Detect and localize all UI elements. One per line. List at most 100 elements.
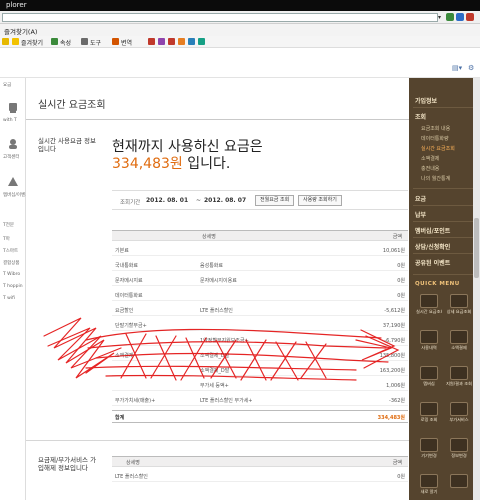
- quick-tile[interactable]: 기기변경: [416, 438, 442, 464]
- right-nav-sub[interactable]: 요금조회 내용: [421, 125, 450, 132]
- total-label: 합계: [115, 415, 125, 421]
- left-nav-item[interactable]: with T: [3, 118, 17, 123]
- row-category: LTE 플러스할인: [115, 474, 148, 480]
- right-nav-sub[interactable]: 충전내용: [421, 165, 439, 172]
- row-detail[interactable]: 소액결제_D발: [200, 352, 229, 359]
- scrollbar-thumb[interactable]: [474, 218, 479, 278]
- toolbar-favorites[interactable]: 즐겨찾기: [21, 38, 43, 47]
- headline-suffix: 입니다.: [187, 156, 231, 172]
- table-row: 국내통화료 음성통화료 0원: [112, 259, 408, 271]
- period-to: 2012. 08. 07: [204, 197, 247, 204]
- right-nav-divider: [413, 107, 476, 108]
- print-icon[interactable]: [158, 38, 165, 45]
- right-nav-sub[interactable]: 나의 월간통계: [421, 175, 450, 182]
- left-sidebar: 요금 with T 고객센터 멤버십/이벤트 T전문 T마 T스마트 결합상품 …: [0, 78, 29, 500]
- membership-icon: [7, 176, 19, 188]
- misc-tile-icon: [450, 474, 468, 488]
- row-amount: -362원: [389, 398, 405, 404]
- quick-tile[interactable]: 정보변경: [446, 438, 472, 464]
- quick-tile[interactable]: 새로 알기: [416, 474, 442, 500]
- row-category[interactable]: 부가가치세(매출)+: [115, 397, 155, 404]
- row-amount: -6,790원: [384, 338, 405, 344]
- left-nav-item[interactable]: 고객센터: [3, 154, 20, 160]
- left-nav-item[interactable]: T스마트: [3, 248, 18, 254]
- mail-icon[interactable]: [148, 38, 155, 45]
- quick-tile[interactable]: 멤버십: [416, 366, 442, 392]
- quick-tile[interactable]: 로밍 조회: [416, 402, 442, 428]
- right-nav-sub[interactable]: 소액결제: [421, 155, 439, 162]
- edit-icon[interactable]: [178, 38, 185, 45]
- quick-tile[interactable]: 부가서비스: [446, 402, 472, 428]
- table-row: 부가세 등액+ 1,006원: [112, 379, 408, 391]
- menu-favorites[interactable]: 즐겨찾기(A): [4, 26, 37, 36]
- toolbar-properties[interactable]: 속성: [60, 38, 71, 47]
- quick-tile[interactable]: 상세 요금조회: [446, 294, 472, 320]
- tools-menu-icon[interactable]: ⚙: [468, 64, 474, 72]
- favorites-star-icon[interactable]: [12, 38, 19, 45]
- quick-tile-label: 기기변경: [421, 453, 437, 458]
- usage-lookup-button[interactable]: 사용량 조회하기: [298, 195, 342, 206]
- quick-tile[interactable]: 실시간 요금조회: [416, 294, 442, 320]
- left-nav-item[interactable]: T전문: [3, 222, 14, 228]
- right-nav-group[interactable]: 납부: [415, 210, 426, 219]
- row-amount: 163,200원: [379, 368, 405, 374]
- roaming-icon: [420, 402, 438, 416]
- quick-tile[interactable]: 지원/결과 조회: [446, 366, 472, 392]
- left-nav-item[interactable]: 결합상품: [3, 260, 20, 266]
- quick-tile-label: 실시간 요금조회: [416, 309, 442, 314]
- learn-more-icon: [420, 474, 438, 488]
- translate-icon[interactable]: [112, 38, 119, 45]
- row-amount: 0원: [397, 474, 405, 480]
- left-nav-item[interactable]: T wifi: [3, 296, 15, 301]
- bluetooth-icon[interactable]: [198, 38, 205, 45]
- row-detail[interactable]: 1약정할부지원보조금+: [200, 337, 249, 344]
- quick-tile-label: 지원/결과 조회: [446, 381, 472, 386]
- table-row: 데이터통화료 0원: [112, 289, 408, 301]
- row-detail[interactable]: LTE 플러스할인 부가세+: [200, 397, 252, 404]
- row-amount: 0원: [397, 293, 405, 299]
- quick-tile[interactable]: 소액결제: [446, 330, 472, 356]
- right-nav-group[interactable]: 멤버십/포인트: [415, 226, 450, 235]
- right-nav-group[interactable]: 공유된 이벤트: [415, 258, 450, 267]
- window-title-bar: plorer: [0, 0, 480, 11]
- row-category: 소액결제: [115, 353, 134, 359]
- left-nav-item[interactable]: 요금: [3, 82, 11, 88]
- left-nav-item[interactable]: T hoppin: [3, 284, 23, 289]
- quick-tile[interactable]: [446, 474, 472, 500]
- right-nav-divider: [413, 221, 476, 222]
- stop-icon[interactable]: [466, 13, 474, 21]
- row-detail[interactable]: 부가세 등액+: [200, 382, 229, 389]
- toolbar-tools[interactable]: 도구: [90, 38, 101, 47]
- add-favorite-icon[interactable]: [2, 38, 9, 45]
- vertical-scrollbar[interactable]: [473, 78, 480, 500]
- properties-icon[interactable]: [51, 38, 58, 45]
- ie-icon[interactable]: [188, 38, 195, 45]
- right-nav-group[interactable]: 요금: [415, 194, 426, 203]
- left-nav-item[interactable]: T마: [3, 236, 10, 242]
- page-menu-icon[interactable]: ▤▾: [452, 64, 462, 72]
- right-nav-group[interactable]: 상담/신청확인: [415, 242, 450, 251]
- previous-month-button[interactable]: 전월요금 조회: [255, 195, 295, 206]
- device-change-icon: [420, 438, 438, 452]
- header-amount: 금액: [392, 460, 402, 466]
- row-category[interactable]: 단말기할부금+: [115, 322, 147, 329]
- right-nav-group[interactable]: 조회: [415, 112, 426, 121]
- tools-icon[interactable]: [81, 38, 88, 45]
- save-icon[interactable]: [168, 38, 175, 45]
- go-icon[interactable]: [456, 13, 464, 21]
- toolbar-translate[interactable]: 변역: [121, 38, 132, 47]
- left-nav-item[interactable]: T Wibro: [3, 272, 20, 277]
- right-nav-divider: [413, 253, 476, 254]
- quick-tile-label: 멤버십: [423, 381, 435, 386]
- window-title: plorer: [6, 1, 27, 9]
- row-detail[interactable]: 소액결제_D발: [200, 367, 229, 374]
- right-nav-top[interactable]: 가입정보: [415, 96, 437, 105]
- address-input[interactable]: [2, 13, 438, 22]
- address-dropdown-icon[interactable]: ▾: [438, 14, 441, 21]
- row-amount: 0원: [397, 263, 405, 269]
- period-label: 조회기간: [120, 200, 141, 206]
- right-nav-sub[interactable]: 데이터통화량: [421, 135, 449, 142]
- right-nav-sub-active[interactable]: 실시간 요금조회: [421, 145, 455, 152]
- quick-tile[interactable]: 사용내역: [416, 330, 442, 356]
- refresh-icon[interactable]: [446, 13, 454, 21]
